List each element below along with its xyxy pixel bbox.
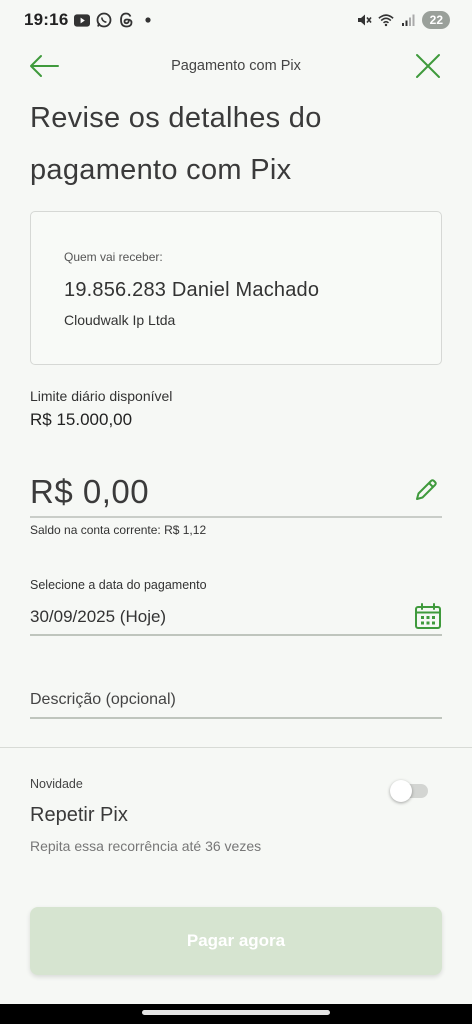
novidade-badge: Novidade — [30, 777, 83, 791]
youtube-icon — [74, 12, 91, 28]
pay-now-button[interactable]: Pagar agora — [30, 907, 442, 975]
threads-icon — [118, 12, 134, 28]
limit-label: Limite diário disponível — [30, 388, 173, 404]
repeat-pix-toggle[interactable] — [390, 780, 428, 802]
amount-field[interactable]: R$ 0,00 — [30, 468, 442, 518]
close-button[interactable] — [412, 50, 444, 82]
close-icon — [416, 54, 440, 78]
limit-value: R$ 15.000,00 — [30, 410, 133, 429]
date-value[interactable]: 30/09/2025 (Hoje) — [30, 607, 166, 627]
recipient-card: Quem vai receber: 19.856.283 Daniel Mach… — [30, 211, 442, 365]
status-left: 19:16 — [24, 10, 156, 30]
description-field[interactable]: Descrição (opcional) — [30, 683, 442, 719]
section-divider — [0, 747, 472, 748]
toggle-thumb — [390, 780, 412, 802]
wifi-icon — [378, 12, 394, 28]
dot-icon — [140, 12, 156, 28]
pencil-icon[interactable] — [412, 476, 440, 504]
whatsapp-icon — [96, 12, 112, 28]
app-header: Pagamento com Pix — [0, 46, 472, 86]
repeat-pix-title: Repetir Pix — [30, 804, 128, 826]
status-bar: 19:16 22 — [0, 0, 472, 40]
page-title: Revise os detalhes do pagamento com Pix — [30, 92, 450, 196]
calendar-icon[interactable] — [414, 602, 442, 630]
status-time: 19:16 — [24, 10, 69, 29]
repeat-pix-subtitle: Repita essa recorrência até 36 vezes — [30, 838, 262, 854]
page-title-line2: pagamento com Pix — [30, 154, 292, 186]
battery-icon: 22 — [421, 11, 450, 29]
page-title-line1: Revise os detalhes do — [30, 102, 322, 134]
arrow-left-icon — [30, 55, 59, 77]
header-title: Pagamento com Pix — [171, 58, 301, 74]
date-label: Selecione a data do pagamento — [30, 578, 207, 592]
back-button[interactable] — [26, 50, 62, 82]
recipient-name: 19.856.283 Daniel Machado — [64, 279, 320, 301]
recipient-label: Quem vai receber: — [64, 250, 163, 264]
balance-text: Saldo na conta corrente: R$ 1,12 — [30, 523, 207, 537]
home-indicator[interactable] — [142, 1010, 330, 1015]
date-field[interactable]: 30/09/2025 (Hoje) — [30, 600, 442, 636]
status-right: 22 — [356, 11, 450, 29]
amount-value[interactable]: R$ 0,00 — [30, 473, 149, 511]
signal-icon — [400, 12, 416, 28]
recipient-institution: Cloudwalk Ip Ltda — [64, 312, 176, 328]
mute-icon — [356, 12, 372, 28]
description-placeholder[interactable]: Descrição (opcional) — [30, 691, 176, 709]
